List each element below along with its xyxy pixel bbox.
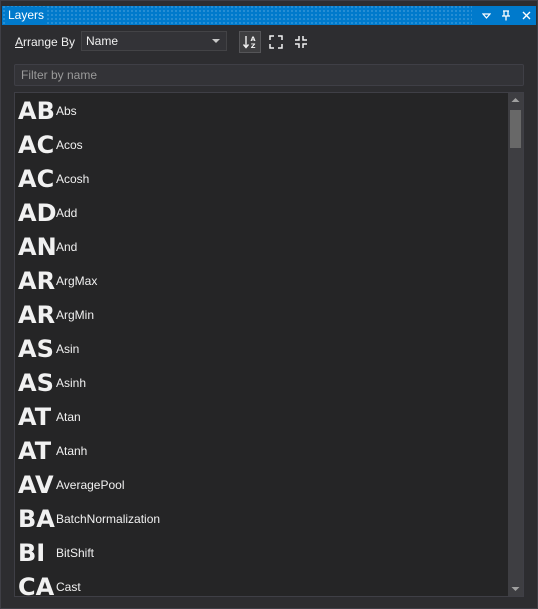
layer-abbr-icon: AC [18, 131, 55, 159]
layer-name: BatchNormalization [56, 512, 161, 526]
layer-abbr-icon: AV [18, 471, 54, 499]
expand-all-button[interactable] [265, 31, 287, 53]
layer-name: BitShift [56, 546, 95, 560]
layer-abbr-icon: AT [18, 403, 52, 431]
layer-abbr-icon: AR [18, 301, 56, 329]
list-item[interactable]: AT Atan [15, 400, 509, 434]
layer-abbr-icon: AD [18, 199, 57, 227]
arrange-by-select[interactable]: Name [81, 31, 227, 51]
layer-name: Abs [56, 104, 77, 118]
layer-name: Add [56, 206, 78, 220]
expand-icon [269, 35, 283, 49]
pin-icon[interactable] [496, 6, 516, 25]
collapse-all-button[interactable] [290, 31, 312, 53]
layer-name: ArgMin [56, 308, 95, 322]
list-item[interactable]: AR ArgMax [15, 264, 509, 298]
svg-text:Z: Z [251, 42, 256, 50]
list-item[interactable]: BI BitShift [15, 536, 509, 570]
layer-name: AveragePool [56, 478, 125, 492]
arrange-by-value: Name [86, 34, 119, 48]
list-item[interactable]: AC Acosh [15, 162, 509, 196]
list-item[interactable]: AV AveragePool [15, 468, 509, 502]
scroll-down-icon[interactable] [508, 582, 523, 596]
layer-name: Asin [56, 342, 80, 356]
layer-name: And [56, 240, 78, 254]
layers-list: AB Abs AC Acos AC Acosh AD Add AN And AR… [14, 92, 524, 597]
layers-panel: Layers Arrange By Name A Z Filter by nam… [0, 0, 538, 609]
close-icon[interactable] [516, 6, 536, 25]
layer-name: Acosh [56, 172, 90, 186]
list-item[interactable]: AC Acos [15, 128, 509, 162]
arrange-by-label: Arrange By [15, 35, 76, 49]
layer-abbr-icon: AS [18, 369, 54, 397]
layer-abbr-icon: AN [18, 233, 57, 261]
layer-abbr-icon: AC [18, 165, 55, 193]
list-item[interactable]: AS Asin [15, 332, 509, 366]
layer-abbr-icon: BI [18, 539, 46, 567]
list-item[interactable]: AB Abs [15, 94, 509, 128]
list-item[interactable]: BA BatchNormalization [15, 502, 509, 536]
vertical-scrollbar[interactable] [508, 93, 523, 596]
list-item[interactable]: AD Add [15, 196, 509, 230]
layer-name: Cast [56, 580, 81, 594]
scroll-up-icon[interactable] [508, 93, 523, 107]
list-item[interactable]: AS Asinh [15, 366, 509, 400]
layer-abbr-icon: AT [18, 437, 52, 465]
arrange-toolbar: Arrange By Name A Z [15, 31, 525, 53]
layer-abbr-icon: BA [18, 505, 55, 533]
layer-name: Acos [56, 138, 83, 152]
list-item[interactable]: AT Atanh [15, 434, 509, 468]
layer-abbr-icon: CA [18, 573, 55, 597]
panel-title: Layers [5, 7, 48, 24]
sort-az-button[interactable]: A Z [239, 31, 261, 53]
list-item[interactable]: AR ArgMin [15, 298, 509, 332]
layer-abbr-icon: AB [18, 97, 55, 125]
list-item[interactable]: CA Cast [15, 570, 509, 597]
list-item[interactable]: AN And [15, 230, 509, 264]
collapse-icon [295, 36, 307, 48]
panel-titlebar[interactable]: Layers [2, 6, 536, 25]
dropdown-menu-icon[interactable] [476, 6, 496, 25]
layer-name: Atanh [56, 444, 88, 458]
layer-name: ArgMax [56, 274, 98, 288]
layer-name: Asinh [56, 376, 87, 390]
sort-az-icon: A Z [242, 35, 256, 50]
titlebar-buttons [472, 6, 536, 25]
layer-abbr-icon: AR [18, 267, 56, 295]
scrollbar-thumb[interactable] [510, 110, 521, 148]
filter-by-name-input[interactable] [14, 64, 524, 86]
layer-name: Atan [56, 410, 81, 424]
chevron-down-icon [212, 39, 220, 43]
layer-abbr-icon: AS [18, 335, 54, 363]
